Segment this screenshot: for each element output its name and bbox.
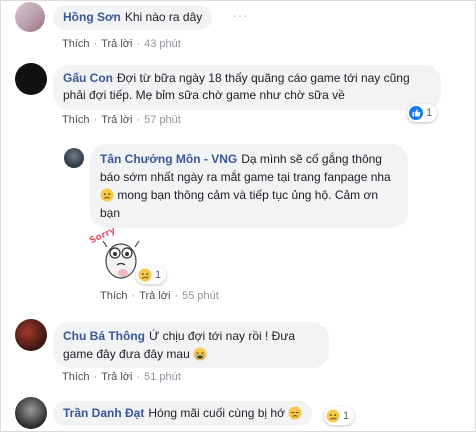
avatar[interactable] <box>15 397 47 429</box>
reaction-summary[interactable]: 1 <box>407 104 438 122</box>
comment-bubble: Gấu Con Đợi từ bữa ngày 18 thấy quãng cáo… <box>53 65 441 110</box>
reaction-count: 1 <box>343 410 350 422</box>
comment-time[interactable]: 57 phút <box>144 114 181 126</box>
avatar[interactable] <box>15 63 47 95</box>
reaction-count: 1 <box>155 269 162 281</box>
comment-actions: Thích · Trả lời · 57 phút <box>62 114 181 126</box>
like-link[interactable]: Thích <box>100 290 128 302</box>
sad-reaction-icon <box>138 268 152 282</box>
like-link[interactable]: Thích <box>62 371 90 383</box>
comment-time[interactable]: 51 phút <box>144 371 181 383</box>
comment-bubble: Trần Danh Đạt Hóng mãi cuối cùng bị hớ <box>53 401 313 426</box>
comment-text: Khi nào ra dây <box>124 10 203 24</box>
reaction-summary[interactable]: 1 <box>136 266 167 284</box>
comment-time[interactable]: 43 phút <box>144 38 181 50</box>
comment-bubble: Hồng Sơn Khi nào ra dây <box>53 5 213 30</box>
comment-author[interactable]: Gấu Con <box>63 71 113 85</box>
sad-reaction-icon <box>326 409 340 423</box>
more-options-icon[interactable]: ··· <box>232 7 249 23</box>
comment-text: Đợi từ bữa ngày 18 thấy quãng cáo game t… <box>63 71 410 102</box>
comment-text: mong bạn thông cảm và tiếp tục ủng hộ. C… <box>100 188 379 220</box>
avatar[interactable] <box>15 319 47 351</box>
reply-link[interactable]: Trả lời <box>101 371 132 383</box>
comment-time[interactable]: 55 phút <box>182 290 219 302</box>
like-link[interactable]: Thích <box>62 114 90 126</box>
crying-emoji-icon <box>193 347 207 361</box>
comment-thread: Hồng Sơn Khi nào ra dây ··· Thích · Trả lời… <box>0 0 476 432</box>
sad-emoji-icon <box>100 188 114 202</box>
comment-author[interactable]: Chu Bá Thông <box>63 329 145 343</box>
comment-author[interactable]: Hồng Sơn <box>63 10 121 24</box>
avatar[interactable] <box>15 2 45 32</box>
reply-link[interactable]: Trả lời <box>101 38 132 50</box>
comment-bubble: Chu Bá Thông Ứ chịu đợi tới nay rồi ! Đưa… <box>53 322 329 368</box>
reaction-count: 1 <box>426 107 433 119</box>
comment-actions: Thích · Trả lời · 55 phút <box>100 290 219 302</box>
comment-bubble: Tân Chưởng Môn - VNG Dạ mình sẽ cố gắng t… <box>90 144 408 228</box>
comment-actions: Thích · Trả lời · 51 phút <box>62 371 181 383</box>
reply-link[interactable]: Trả lời <box>139 290 170 302</box>
reaction-summary[interactable]: 1 <box>324 407 355 425</box>
avatar[interactable] <box>64 148 84 168</box>
reply-link[interactable]: Trả lời <box>101 114 132 126</box>
disappointed-emoji-icon <box>288 406 302 420</box>
comment-actions: Thích · Trả lời · 43 phút <box>62 38 181 50</box>
comment-author[interactable]: Tân Chưởng Môn - VNG <box>100 152 237 166</box>
comment-author[interactable]: Trần Danh Đạt <box>63 406 144 420</box>
like-link[interactable]: Thích <box>62 38 90 50</box>
comment-text: Hóng mãi cuối cùng bị hớ <box>148 406 285 420</box>
like-reaction-icon <box>409 106 423 120</box>
